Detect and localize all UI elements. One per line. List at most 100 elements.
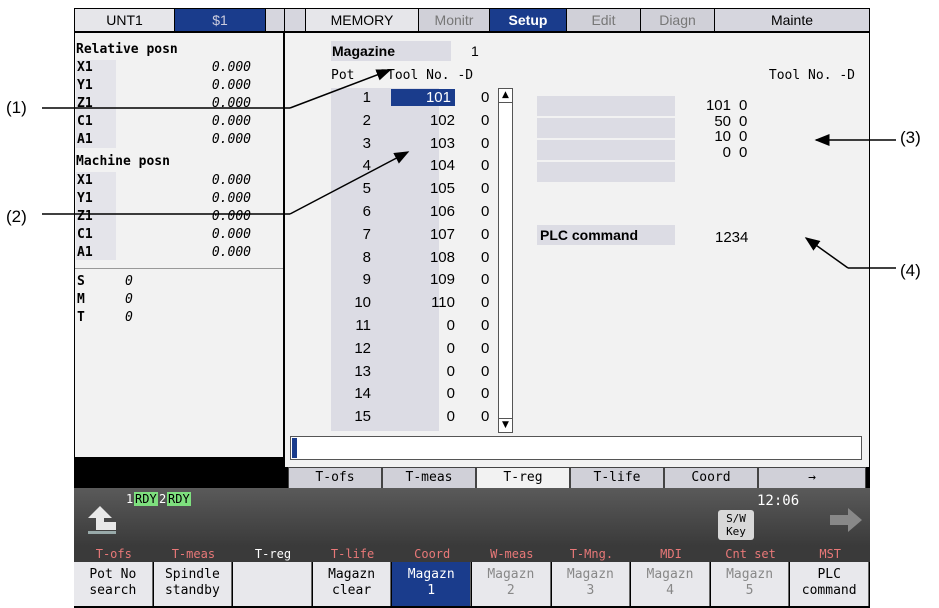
menu-label[interactable]: T-life	[313, 546, 393, 562]
standby-d-value[interactable]: 0	[739, 97, 751, 114]
magazine-label: Magazine	[332, 43, 396, 59]
tab-t-life[interactable]: T-life	[570, 467, 664, 488]
tool-d-value[interactable]: 0	[481, 89, 493, 106]
tab-coord[interactable]: Coord	[664, 467, 758, 488]
rel-axis-c1: C1	[77, 114, 93, 129]
standby-row-shade-2	[537, 118, 675, 138]
input-field[interactable]	[290, 436, 862, 460]
sw-key-button[interactable]: S/W Key	[718, 510, 754, 540]
softkey[interactable]: Pot No search	[74, 562, 153, 606]
rdy1-status: RDY	[134, 492, 158, 506]
softkey[interactable]: Magazn clear	[312, 562, 392, 606]
tool-number[interactable]: 0	[415, 408, 455, 425]
tab-t-reg[interactable]: T-reg	[476, 467, 570, 488]
rel-value-c1: 0.000	[211, 114, 251, 129]
tool-d-value[interactable]: 0	[481, 408, 493, 425]
tool-d-value[interactable]: 0	[481, 226, 493, 243]
t-label: T	[77, 310, 85, 325]
tool-number[interactable]: 103	[415, 135, 455, 152]
divider	[75, 268, 283, 269]
tool-d-value[interactable]: 0	[481, 317, 493, 334]
back-arrow-icon[interactable]	[82, 504, 118, 536]
tool-number[interactable]: 101	[391, 89, 455, 106]
softkey[interactable]: Magazn 3	[551, 562, 631, 606]
softkey[interactable]: Magazn 5	[710, 562, 790, 606]
tool-d-value[interactable]: 0	[481, 157, 493, 174]
rel-axis-a1: A1	[77, 132, 93, 147]
tool-number[interactable]: 109	[415, 271, 455, 288]
softkey[interactable]: Magazn 2	[472, 562, 551, 606]
menu-label[interactable]: T-Mng.	[552, 546, 632, 562]
menu-label[interactable]: MDI	[631, 546, 711, 562]
tool-number[interactable]: 107	[415, 226, 455, 243]
tool-d-value[interactable]: 0	[481, 271, 493, 288]
standby-d-value[interactable]: 0	[739, 128, 751, 145]
standby-row-shade-3	[537, 140, 675, 160]
tool-d-value[interactable]: 0	[481, 385, 493, 402]
menu-label[interactable]: MST	[790, 546, 870, 562]
mach-value-z1: 0.000	[211, 209, 251, 224]
standby-tool-number[interactable]: 50	[691, 113, 731, 130]
standby-tool-number[interactable]: 0	[691, 144, 731, 161]
tab-t-meas[interactable]: T-meas	[382, 467, 476, 488]
tool-number[interactable]: 108	[415, 249, 455, 266]
tool-d-value[interactable]: 0	[481, 249, 493, 266]
machine-posn-title: Machine posn	[76, 154, 170, 169]
pot-number: 5	[362, 180, 371, 198]
tool-number[interactable]: 0	[415, 363, 455, 380]
tool-number[interactable]: 102	[415, 112, 455, 129]
tool-d-value[interactable]: 0	[481, 135, 493, 152]
mach-axis-y1: Y1	[77, 191, 93, 206]
tab-t-ofs[interactable]: T-ofs	[288, 467, 382, 488]
pot-number: 14	[354, 385, 371, 403]
standby-d-value[interactable]: 0	[739, 144, 751, 161]
tool-d-value[interactable]: 0	[481, 340, 493, 357]
softkey[interactable]: Spindle standby	[153, 562, 233, 606]
tool-registration-panel: Magazine 1 Pot Tool No. -D 1 101 0 2 102 0 3 10…	[285, 33, 869, 467]
standby-tool-number[interactable]: 10	[691, 128, 731, 145]
tool-number[interactable]: 0	[415, 317, 455, 334]
tab-setup[interactable]: Setup	[490, 9, 567, 31]
softkey[interactable]	[233, 562, 312, 606]
standby-d-value[interactable]: 0	[739, 113, 751, 130]
menu-label[interactable]: T-meas	[154, 546, 234, 562]
softkey[interactable]: Magazn 1	[392, 562, 471, 606]
pot-number: 1	[362, 89, 371, 106]
tool-d-value[interactable]: 0	[481, 203, 493, 220]
tool-d-value[interactable]: 0	[481, 112, 493, 129]
tool-d-value[interactable]: 0	[481, 363, 493, 380]
tool-number[interactable]: 105	[415, 180, 455, 197]
scroll-up-icon[interactable]: ▲	[499, 89, 512, 103]
standby-tool-number[interactable]: 101	[691, 97, 731, 114]
tab-diagn[interactable]: Diagn	[641, 9, 715, 31]
menu-label[interactable]: W-meas	[472, 546, 552, 562]
softkey[interactable]: Magazn 4	[631, 562, 710, 606]
menu-label[interactable]: Cnt set	[711, 546, 791, 562]
rel-value-x1: 0.000	[211, 60, 251, 75]
callout-3: (3)	[900, 128, 921, 147]
tab-mainte[interactable]: Mainte	[715, 9, 869, 31]
header-spacer-2	[285, 9, 306, 31]
softkey-line2: 5	[745, 583, 754, 598]
tool-number[interactable]: 106	[415, 203, 455, 220]
tool-d-value[interactable]: 0	[481, 294, 493, 311]
tool-number[interactable]: 0	[415, 340, 455, 357]
m-label: M	[77, 292, 85, 307]
tool-d-value[interactable]: 0	[481, 180, 493, 197]
tab-edit[interactable]: Edit	[567, 9, 641, 31]
system-label: $1	[175, 9, 266, 31]
menu-label[interactable]: T-reg	[233, 546, 313, 562]
tool-number[interactable]: 104	[415, 157, 455, 174]
softkey-line2: command	[801, 583, 857, 598]
header-spacer-1	[266, 9, 285, 31]
scroll-down-icon[interactable]: ▼	[499, 418, 512, 432]
tab-monitr[interactable]: Monitr	[419, 9, 490, 31]
menu-label[interactable]: Coord	[392, 546, 472, 562]
softkey[interactable]: PLC command	[790, 562, 869, 606]
pot-list-scrollbar[interactable]: ▲ ▼	[498, 88, 513, 433]
tool-number[interactable]: 0	[415, 385, 455, 402]
forward-arrow-icon[interactable]	[826, 504, 864, 536]
menu-label[interactable]: T-ofs	[74, 546, 154, 562]
tab-next-arrow-icon[interactable]: →	[758, 467, 866, 488]
tool-number[interactable]: 110	[415, 294, 455, 311]
